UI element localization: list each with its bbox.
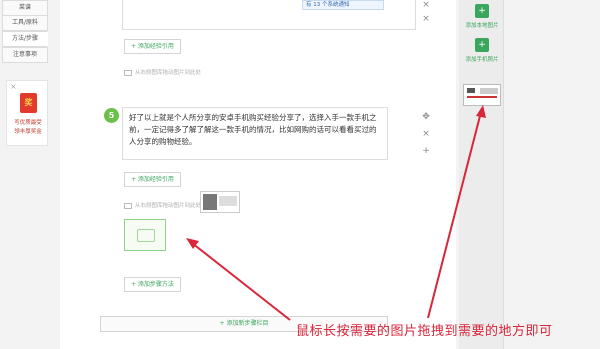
arrow-line-right — [427, 111, 482, 319]
annotation-text: 鼠标长按需要的图片拖拽到需要的地方即可 — [296, 324, 553, 339]
arrow-head-right — [476, 105, 486, 118]
annotation-arrows — [186, 105, 486, 321]
arrow-line-left — [191, 242, 291, 321]
